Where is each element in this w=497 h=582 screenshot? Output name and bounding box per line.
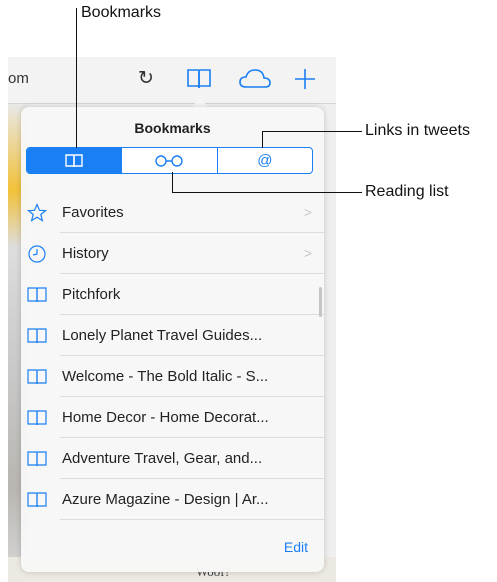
book-icon [65,153,83,167]
book-icon [26,407,48,429]
list-item-label: Lonely Planet Travel Guides... [62,327,263,344]
new-tab-icon[interactable] [293,67,317,96]
list-item-label: Adventure Travel, Gear, and... [62,450,263,467]
callout-links-in-tweets: Links in tweets [365,122,470,139]
tab-bookmarks[interactable] [27,148,123,173]
book-icon [26,325,48,347]
leader-line-reading-list-vertical [172,172,173,193]
chevron-right-icon: > [303,245,312,261]
list-item-label: History [62,245,109,262]
list-item-history[interactable]: History > [21,233,324,274]
at-sign-icon: @ [257,152,273,169]
bookmarks-toolbar-icon[interactable] [186,67,212,96]
star-icon [26,202,48,224]
bookmarks-segmented-control: @ [26,147,313,174]
browser-toolbar: om ↻ [8,57,336,104]
list-item-bookmark[interactable]: Welcome - The Bold Italic - S... [21,356,324,397]
list-item-bookmark[interactable]: Azure Magazine - Design | Ar... [21,479,324,520]
leader-line-links-in-tweets [262,131,362,132]
book-icon [26,489,48,511]
book-icon [26,366,48,388]
glasses-icon [155,154,184,167]
scroll-indicator[interactable] [319,287,322,317]
list-item-bookmark[interactable]: Home Decor - Home Decorat... [21,397,324,438]
list-item-bookmark[interactable]: Pitchfork [21,274,324,315]
address-bar-text[interactable]: om [8,70,29,87]
list-item-bookmark[interactable]: Lonely Planet Travel Guides... [21,315,324,356]
list-item-favorites[interactable]: Favorites > [21,192,324,233]
list-item-label: Azure Magazine - Design | Ar... [62,491,269,508]
leader-line-bookmarks [76,8,77,148]
popover-title: Bookmarks [134,120,211,136]
reload-icon[interactable]: ↻ [138,67,154,90]
bookmarks-list: Favorites > History > Pitchfork Lonely P… [21,192,324,520]
book-icon [26,284,48,306]
list-item-label: Pitchfork [62,286,121,303]
callout-reading-list: Reading list [365,183,449,200]
leader-line-reading-list [172,192,362,193]
callout-bookmarks: Bookmarks [81,4,162,21]
edit-button[interactable]: Edit [284,539,308,555]
tab-shared-links[interactable]: @ [218,148,312,173]
list-item-label: Home Decor - Home Decorat... [62,409,269,426]
leader-line-links-in-tweets-vertical [262,131,263,148]
list-item-label: Favorites [62,204,124,221]
list-item-bookmark[interactable]: Adventure Travel, Gear, and... [21,438,324,479]
icloud-tabs-icon[interactable] [238,67,272,96]
tab-reading-list[interactable] [122,148,218,173]
chevron-right-icon: > [303,204,312,220]
book-icon [26,448,48,470]
list-item-label: Welcome - The Bold Italic - S... [62,368,269,385]
clock-icon [26,243,48,265]
